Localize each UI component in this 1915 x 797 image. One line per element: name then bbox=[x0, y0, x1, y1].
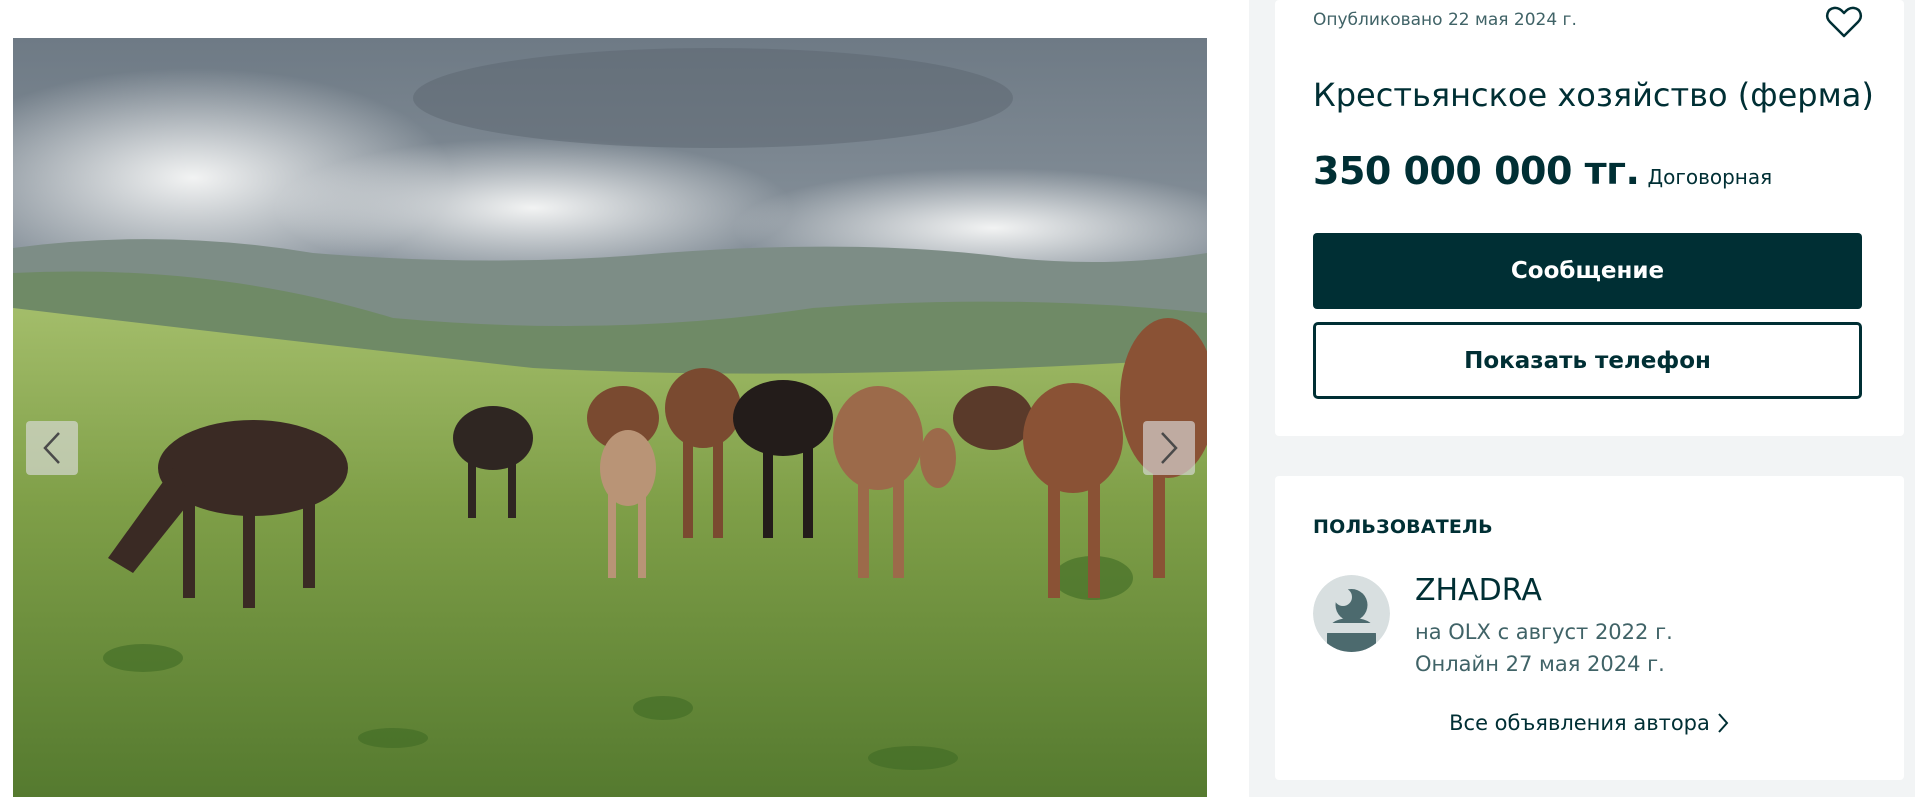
user-heading: ПОЛЬЗОВАТЕЛЬ bbox=[1313, 516, 1493, 538]
all-ads-link[interactable]: Все объявления автора bbox=[1275, 711, 1904, 735]
posted-date: Опубликовано 22 мая 2024 г. bbox=[1313, 10, 1577, 30]
all-ads-label: Все объявления автора bbox=[1449, 711, 1710, 735]
show-phone-button[interactable]: Показать телефон bbox=[1313, 322, 1862, 399]
gallery-next-button[interactable] bbox=[1143, 421, 1195, 475]
price-amount: 350 000 000 тг. bbox=[1313, 149, 1640, 193]
chevron-right-icon bbox=[1716, 712, 1730, 734]
message-button[interactable]: Сообщение bbox=[1313, 233, 1862, 309]
image-gallery bbox=[0, 0, 1249, 797]
listing-photo[interactable] bbox=[13, 38, 1207, 797]
horses-photo bbox=[13, 38, 1207, 797]
user-since: на OLX с август 2022 г. bbox=[1415, 620, 1673, 644]
gallery-prev-button[interactable] bbox=[26, 421, 78, 475]
user-name[interactable]: ZHADRA bbox=[1415, 573, 1542, 608]
chevron-right-icon bbox=[1161, 432, 1178, 464]
user-avatar-icon[interactable] bbox=[1313, 575, 1390, 652]
listing-title: Крестьянское хозяйство (ферма) bbox=[1313, 76, 1874, 114]
favorite-button[interactable] bbox=[1824, 2, 1864, 42]
chevron-left-icon bbox=[43, 432, 60, 464]
user-online-status: Онлайн 27 мая 2024 г. bbox=[1415, 652, 1665, 676]
price-negotiable: Договорная bbox=[1647, 165, 1773, 189]
offer-card: Опубликовано 22 мая 2024 г. Крестьянское… bbox=[1275, 0, 1904, 436]
user-card: ПОЛЬЗОВАТЕЛЬ ZHADRA на OLX с август 2022… bbox=[1275, 476, 1904, 780]
heart-icon bbox=[1825, 6, 1863, 38]
price-block: 350 000 000 тг. Договорная bbox=[1313, 149, 1772, 193]
